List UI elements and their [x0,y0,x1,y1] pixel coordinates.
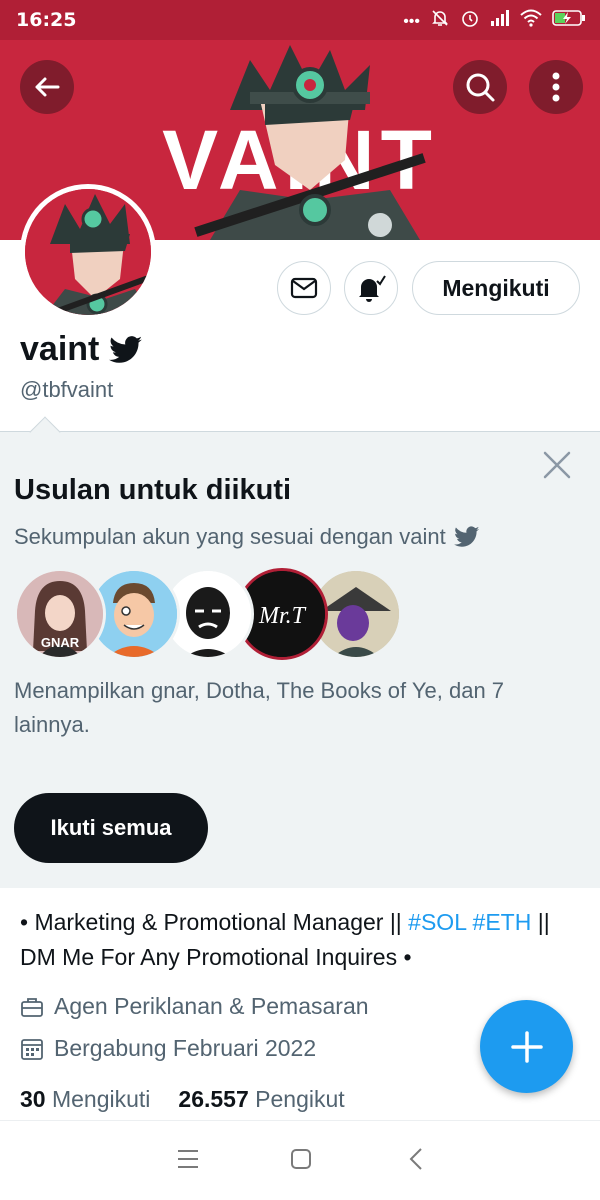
suggestions-description: Menampilkan gnar, Dotha, The Books of Ye… [14,678,505,737]
menu-icon [178,1150,198,1168]
profile-handle: @tbfvaint [20,377,114,402]
profile-category-row: Agen Periklanan & Pemasaran [20,993,369,1020]
plus-icon [510,1030,543,1063]
profile-name: vaint [20,330,100,368]
following-button[interactable]: Mengikuti [412,261,580,315]
message-button[interactable] [277,261,331,315]
more-options-button[interactable] [529,60,583,114]
hashtag-eth[interactable]: #ETH [473,909,532,935]
profile-avatar[interactable] [20,184,156,320]
suggestions-subtitle-row: Sekumpulan akun yang sesuai dengan vaint [14,524,480,550]
calendar-icon [21,1038,43,1060]
profile-bio: • Marketing & Promotional Manager || #SO… [20,905,580,975]
suggestions-subtitle: Sekumpulan akun yang sesuai dengan vaint [14,524,446,549]
profile-category: Agen Periklanan & Pemasaran [54,993,369,1019]
briefcase-icon [21,997,43,1017]
dismiss-suggestions-button[interactable] [542,450,572,485]
bell-check-icon [359,275,386,302]
suggestions-title: Usulan untuk diikuti [14,474,292,506]
search-button[interactable] [453,60,507,114]
back-chevron-icon [409,1148,422,1170]
close-icon [543,451,571,479]
signal-icon [490,9,510,34]
status-icons: ••• [403,8,586,35]
more-vertical-icon [552,72,560,102]
bio-text: • Marketing & Promotional Manager || [20,909,409,935]
more-dots-icon: ••• [403,12,420,30]
compose-tweet-button[interactable] [480,1000,573,1093]
profile-joined-row: Bergabung Februari 2022 [20,1035,316,1062]
suggested-avatars[interactable]: GNAR Mr.T [14,568,402,660]
following-label: Mengikuti [51,1086,151,1112]
status-time: 16:25 [16,9,77,31]
alarm-icon [460,8,480,35]
followers-count: 26.557 [178,1086,249,1112]
bell-off-icon [430,8,450,35]
hashtag-sol[interactable]: #SOL [408,909,466,935]
following-stat[interactable]: 30 Mengikuti [20,1086,150,1113]
nav-home-button[interactable] [289,1147,313,1176]
following-count: 30 [20,1086,46,1112]
avatar-character-art [25,189,151,315]
battery-charging-icon [552,9,586,34]
mr-t-label: Mr.T [258,603,307,629]
profile-stats: 30 Mengikuti 26.557 Pengikut [20,1086,345,1113]
follow-all-button[interactable]: Ikuti semua [14,793,208,863]
back-arrow-icon [35,77,60,97]
banner-character-art [194,45,426,240]
gnar-label: GNAR [41,635,80,650]
home-square-icon [291,1149,311,1169]
notifications-button[interactable] [344,261,398,315]
system-navigation-bar [0,1120,600,1200]
search-icon [466,73,495,102]
nav-menu-button[interactable] [176,1147,200,1176]
wifi-icon [520,9,542,34]
back-button[interactable] [20,60,74,114]
suggested-avatar-gnar[interactable]: GNAR [14,568,106,660]
followers-stat[interactable]: 26.557 Pengikut [178,1086,344,1113]
mail-icon [290,277,318,299]
twitter-bird-icon [453,526,479,547]
follow-suggestions-card: Usulan untuk diikuti Sekumpulan akun yan… [0,431,600,888]
twitter-bird-icon [109,335,143,363]
followers-label: Pengikut [255,1086,345,1112]
profile-name-row: vaint [20,330,143,369]
nav-back-button[interactable] [405,1147,429,1176]
profile-joined: Bergabung Februari 2022 [54,1035,317,1061]
status-bar: 16:25 ••• [0,0,600,40]
